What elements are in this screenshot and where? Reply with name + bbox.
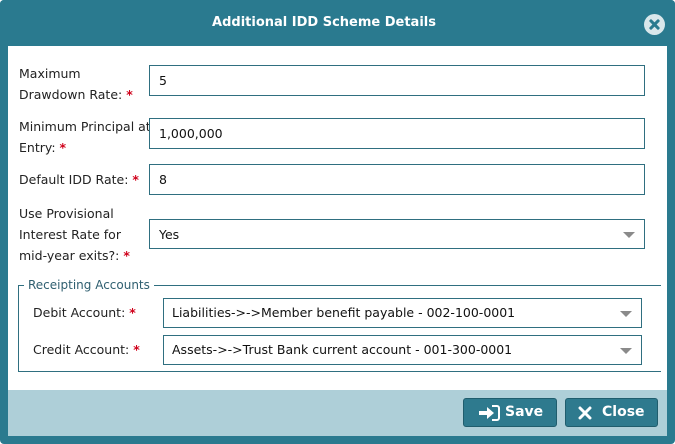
default-idd-label: Default IDD Rate: * [19, 169, 154, 190]
max-drawdown-label-text: Maximum Drawdown Rate: [19, 66, 123, 102]
save-label: Save [505, 404, 544, 420]
required-marker: * [59, 140, 67, 155]
provisional-select[interactable]: Yes [149, 219, 645, 249]
min-principal-input[interactable] [149, 118, 645, 149]
provisional-label-text: Use Provisional Interest Rate for mid-ye… [19, 206, 121, 263]
required-marker: * [133, 342, 140, 357]
max-drawdown-input[interactable] [149, 65, 645, 96]
credit-account-label: Credit Account: * [33, 340, 140, 360]
dialog-title: Additional IDD Scheme Details [212, 15, 436, 30]
save-button[interactable]: Save [463, 398, 557, 427]
required-marker: * [129, 305, 136, 320]
default-idd-label-text: Default IDD Rate: [19, 172, 129, 187]
debit-account-value: Liabilities->->Member benefit payable - … [172, 305, 516, 320]
provisional-select-value: Yes [159, 227, 180, 242]
credit-account-select[interactable]: Assets->->Trust Bank current account - 0… [163, 335, 642, 365]
credit-account-value: Assets->->Trust Bank current account - 0… [172, 342, 513, 357]
credit-account-label-text: Credit Account: [33, 342, 130, 357]
required-marker: * [126, 87, 133, 102]
sign-in-icon [479, 405, 500, 421]
x-icon [578, 406, 592, 420]
max-drawdown-label: Maximum Drawdown Rate: * [19, 63, 139, 105]
close-circle-icon[interactable] [644, 14, 665, 35]
chevron-down-icon [623, 232, 635, 238]
required-marker: * [132, 172, 139, 187]
default-idd-input[interactable] [149, 164, 645, 195]
provisional-label: Use Provisional Interest Rate for mid-ye… [19, 203, 151, 266]
chevron-down-icon [620, 311, 632, 317]
min-principal-label-text: Minimum Principal at Entry: [19, 119, 151, 155]
min-principal-label: Minimum Principal at Entry: * [19, 116, 154, 158]
debit-account-select[interactable]: Liabilities->->Member benefit payable - … [163, 298, 642, 328]
chevron-down-icon [620, 348, 632, 354]
dialog-body: Maximum Drawdown Rate: * Minimum Princip… [8, 46, 667, 390]
required-marker: * [123, 248, 130, 263]
dialog-footer: Save Close [8, 390, 667, 436]
debit-account-label: Debit Account: * [33, 303, 136, 323]
receipting-legend: Receipting Accounts [24, 278, 154, 292]
idd-scheme-dialog: Additional IDD Scheme Details Maximum Dr… [0, 0, 675, 444]
dialog-titlebar: Additional IDD Scheme Details [0, 0, 675, 46]
close-label: Close [602, 404, 645, 420]
debit-account-label-text: Debit Account: [33, 305, 126, 320]
close-button[interactable]: Close [565, 398, 658, 427]
